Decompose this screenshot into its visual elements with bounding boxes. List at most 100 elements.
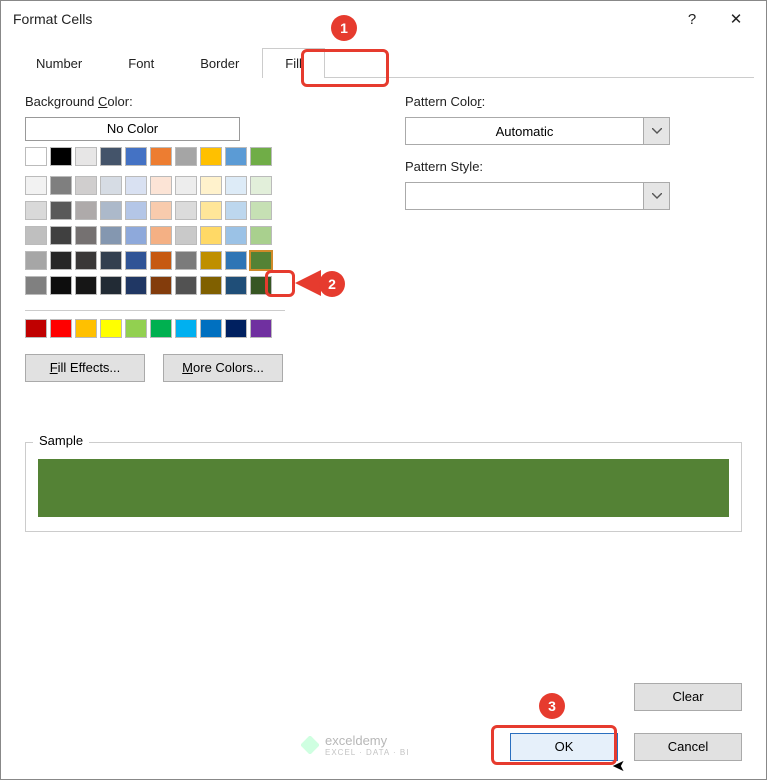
no-color-button[interactable]: No Color <box>25 117 240 141</box>
color-swatch[interactable] <box>50 226 72 245</box>
color-swatch[interactable] <box>100 319 122 338</box>
color-swatch[interactable] <box>50 147 72 166</box>
color-swatch[interactable] <box>175 276 197 295</box>
color-swatch[interactable] <box>25 319 47 338</box>
color-swatch[interactable] <box>50 251 72 270</box>
color-swatch[interactable] <box>125 319 147 338</box>
color-swatch[interactable] <box>250 176 272 195</box>
standard-colors-row <box>25 319 345 338</box>
color-swatch[interactable] <box>50 276 72 295</box>
color-swatch[interactable] <box>125 201 147 220</box>
dialog-titlebar: Format Cells ? ✕ <box>1 1 766 37</box>
color-swatch[interactable] <box>100 201 122 220</box>
color-swatch[interactable] <box>250 201 272 220</box>
color-swatch[interactable] <box>150 201 172 220</box>
color-swatch[interactable] <box>125 176 147 195</box>
more-colors-button[interactable]: More Colors... <box>163 354 283 382</box>
color-swatch[interactable] <box>75 176 97 195</box>
color-swatch[interactable] <box>125 226 147 245</box>
help-button[interactable]: ? <box>670 5 714 33</box>
fill-effects-button[interactable]: Fill Effects... <box>25 354 145 382</box>
color-swatch[interactable] <box>225 176 247 195</box>
background-color-label: Background Color: <box>25 94 345 109</box>
color-swatch[interactable] <box>100 251 122 270</box>
color-swatch[interactable] <box>225 201 247 220</box>
color-swatch[interactable] <box>100 276 122 295</box>
chevron-down-icon <box>643 118 669 144</box>
color-swatch[interactable] <box>150 319 172 338</box>
theme-colors-row <box>25 147 345 166</box>
color-swatch[interactable] <box>250 276 272 295</box>
palette-divider <box>25 310 285 311</box>
cancel-button[interactable]: Cancel <box>634 733 742 761</box>
color-swatch[interactable] <box>75 201 97 220</box>
color-swatch[interactable] <box>200 201 222 220</box>
color-swatch[interactable] <box>225 276 247 295</box>
color-swatch[interactable] <box>75 147 97 166</box>
color-swatch[interactable] <box>25 226 47 245</box>
color-swatch[interactable] <box>175 201 197 220</box>
color-swatch[interactable] <box>25 276 47 295</box>
color-swatch[interactable] <box>50 176 72 195</box>
color-swatch[interactable] <box>200 276 222 295</box>
tab-strip: Number Font Border Fill <box>13 47 754 78</box>
color-swatch[interactable] <box>175 226 197 245</box>
color-swatch[interactable] <box>250 319 272 338</box>
color-swatch[interactable] <box>175 176 197 195</box>
pattern-color-label: Pattern Color: <box>405 94 742 109</box>
color-swatch[interactable] <box>200 176 222 195</box>
color-swatch[interactable] <box>25 147 47 166</box>
color-swatch[interactable] <box>125 251 147 270</box>
color-swatch[interactable] <box>75 251 97 270</box>
color-swatch[interactable] <box>200 251 222 270</box>
color-swatch[interactable] <box>75 276 97 295</box>
dialog-title: Format Cells <box>13 11 670 27</box>
color-swatch[interactable] <box>25 176 47 195</box>
color-swatch[interactable] <box>150 147 172 166</box>
color-swatch[interactable] <box>50 319 72 338</box>
color-swatch[interactable] <box>150 226 172 245</box>
color-swatch[interactable] <box>200 226 222 245</box>
color-swatch[interactable] <box>225 319 247 338</box>
color-swatch[interactable] <box>225 226 247 245</box>
pattern-style-label: Pattern Style: <box>405 159 742 174</box>
color-swatch[interactable] <box>125 276 147 295</box>
tab-number[interactable]: Number <box>13 48 105 78</box>
color-swatch[interactable] <box>225 147 247 166</box>
color-swatch[interactable] <box>75 226 97 245</box>
color-swatch[interactable] <box>25 251 47 270</box>
pattern-color-dropdown[interactable]: Automatic <box>405 117 670 145</box>
tab-fill[interactable]: Fill <box>262 48 325 78</box>
close-button[interactable]: ✕ <box>714 5 758 33</box>
sample-label: Sample <box>33 433 89 448</box>
tab-font[interactable]: Font <box>105 48 177 78</box>
color-swatch[interactable] <box>175 319 197 338</box>
color-swatch[interactable] <box>200 147 222 166</box>
color-swatch[interactable] <box>75 319 97 338</box>
pattern-style-dropdown[interactable] <box>405 182 670 210</box>
tab-border[interactable]: Border <box>177 48 262 78</box>
color-swatch[interactable] <box>175 147 197 166</box>
color-swatch[interactable] <box>100 176 122 195</box>
clear-button[interactable]: Clear <box>634 683 742 711</box>
color-swatch[interactable] <box>25 201 47 220</box>
color-swatch[interactable] <box>100 147 122 166</box>
ok-button[interactable]: OK <box>510 733 618 761</box>
chevron-down-icon <box>643 183 669 209</box>
color-swatch[interactable] <box>125 147 147 166</box>
color-swatch[interactable] <box>50 201 72 220</box>
color-palette <box>25 176 345 298</box>
color-swatch[interactable] <box>150 276 172 295</box>
color-swatch[interactable] <box>250 251 272 270</box>
pattern-color-value: Automatic <box>406 124 643 139</box>
sample-preview <box>38 459 729 517</box>
color-swatch[interactable] <box>250 147 272 166</box>
sample-group: Sample <box>25 442 742 532</box>
color-swatch[interactable] <box>150 176 172 195</box>
color-swatch[interactable] <box>225 251 247 270</box>
color-swatch[interactable] <box>200 319 222 338</box>
color-swatch[interactable] <box>150 251 172 270</box>
color-swatch[interactable] <box>100 226 122 245</box>
color-swatch[interactable] <box>250 226 272 245</box>
color-swatch[interactable] <box>175 251 197 270</box>
